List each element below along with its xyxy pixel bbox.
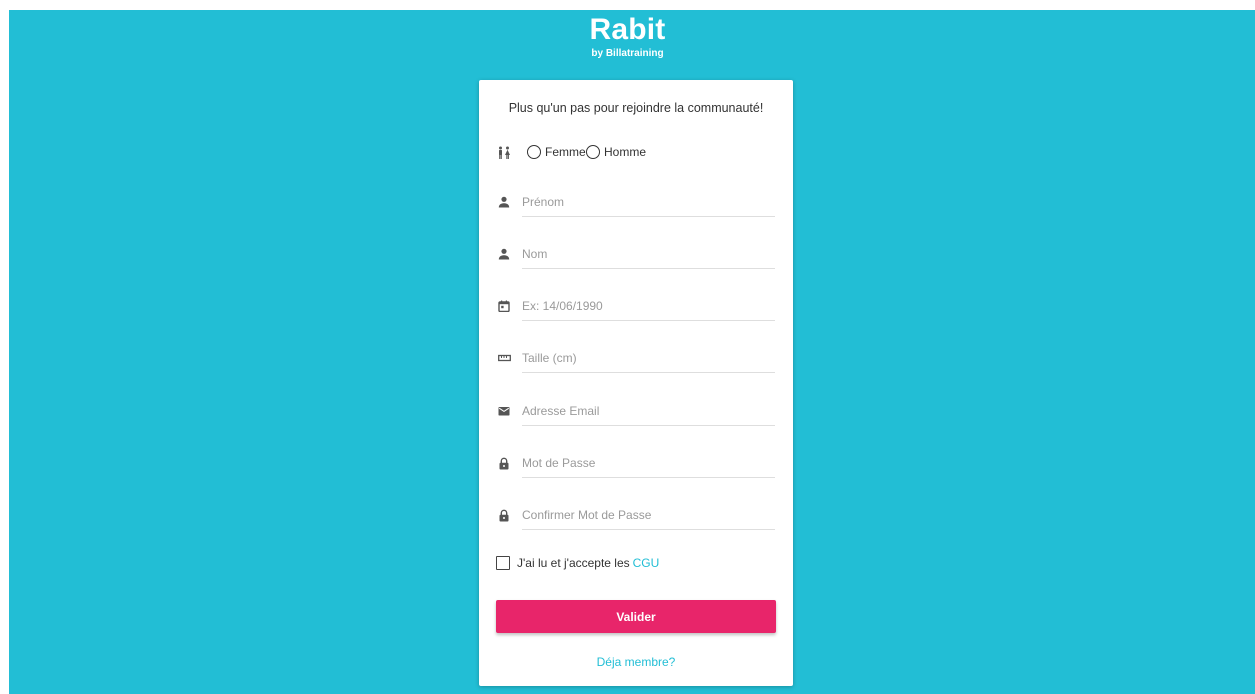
radio-circle-homme[interactable] bbox=[586, 145, 600, 159]
brand-subtitle: by Billatraining bbox=[591, 48, 664, 59]
lock-icon bbox=[497, 456, 511, 470]
last-name-field-group bbox=[496, 239, 776, 269]
brand-logo: Rabit bbox=[589, 13, 666, 46]
birth-date-input[interactable] bbox=[522, 291, 775, 321]
email-field-group bbox=[496, 396, 776, 426]
cgu-row: J'ai lu et j'accepte les CGU bbox=[496, 555, 776, 571]
password-input[interactable] bbox=[522, 448, 775, 478]
form-title: Plus qu'un pas pour rejoindre la communa… bbox=[508, 101, 764, 115]
brand-header: Rabit by Billatraining bbox=[0, 13, 1255, 60]
mail-icon bbox=[497, 404, 511, 418]
cgu-label: J'ai lu et j'accepte les bbox=[517, 556, 630, 570]
lock-icon bbox=[497, 508, 511, 522]
first-name-field-group bbox=[496, 187, 776, 217]
radio-femme[interactable]: Femme bbox=[527, 145, 586, 159]
calendar-icon bbox=[497, 299, 511, 313]
already-member-link[interactable]: Déja membre? bbox=[479, 655, 793, 669]
gender-selector: Femme Homme bbox=[496, 145, 776, 161]
password-field-group bbox=[496, 448, 776, 478]
cgu-link[interactable]: CGU bbox=[633, 556, 660, 570]
confirm-password-input[interactable] bbox=[522, 500, 775, 530]
confirm-password-field-group bbox=[496, 500, 776, 530]
submit-button[interactable]: Valider bbox=[496, 600, 776, 633]
email-input[interactable] bbox=[522, 396, 775, 426]
ruler-icon bbox=[497, 351, 511, 365]
signup-card: Plus qu'un pas pour rejoindre la communa… bbox=[479, 80, 793, 686]
cgu-checkbox[interactable] bbox=[496, 556, 510, 570]
wc-icon bbox=[497, 146, 511, 160]
height-input[interactable] bbox=[522, 343, 775, 373]
person-icon bbox=[497, 195, 511, 209]
radio-homme[interactable]: Homme bbox=[586, 145, 646, 159]
last-name-input[interactable] bbox=[522, 239, 775, 269]
radio-label-homme: Homme bbox=[604, 145, 647, 159]
first-name-input[interactable] bbox=[522, 187, 775, 217]
radio-circle-femme[interactable] bbox=[527, 145, 541, 159]
height-field-group bbox=[496, 343, 776, 373]
person-icon bbox=[497, 247, 511, 261]
radio-label-femme: Femme bbox=[545, 145, 586, 159]
birth-date-field-group bbox=[496, 291, 776, 321]
